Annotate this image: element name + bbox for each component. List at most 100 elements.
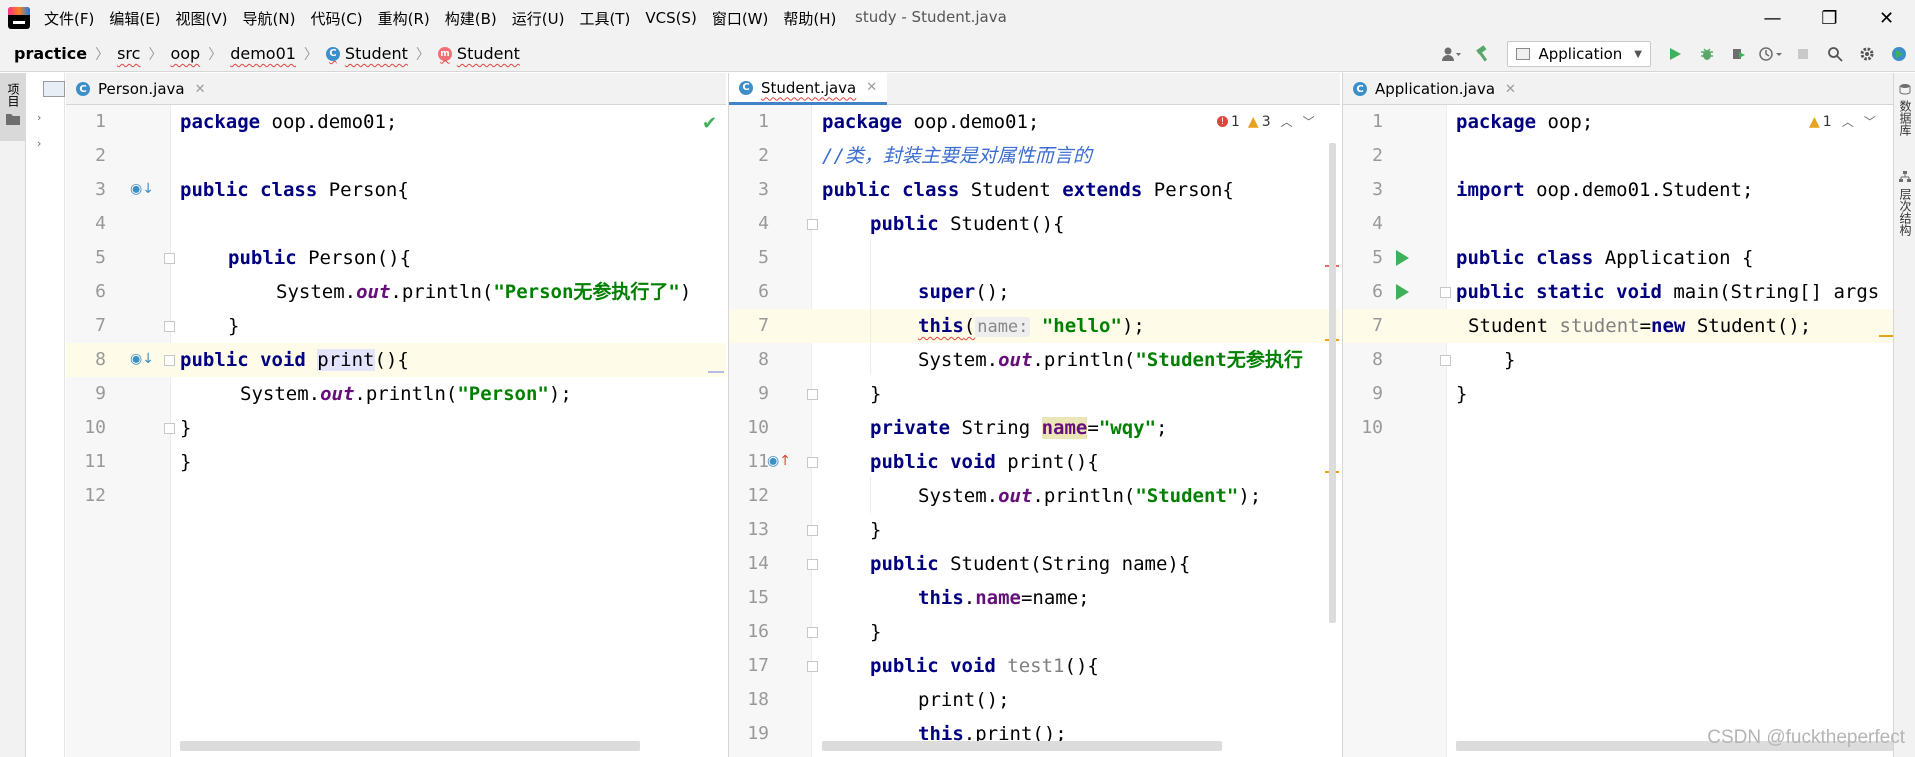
menu-window[interactable]: 窗口(W): [712, 8, 769, 29]
line-number: 11: [84, 451, 106, 472]
line-number: 2: [1372, 145, 1383, 166]
code-area[interactable]: 1 package oop.demo01; 2 3 public class Per…: [66, 105, 726, 757]
editor-tab-bar: C Student.java ✕: [729, 73, 1340, 105]
line-number: 6: [758, 281, 769, 302]
close-icon[interactable]: ✕: [195, 82, 206, 97]
run-icon[interactable]: [1663, 42, 1687, 66]
line-number: 9: [95, 383, 106, 404]
menu-tools[interactable]: 工具(T): [579, 8, 630, 29]
fold-icon[interactable]: [807, 559, 818, 570]
menu-view[interactable]: 视图(V): [176, 8, 228, 29]
breadcrumb-oop[interactable]: oop: [170, 44, 200, 63]
line-number: 1: [95, 111, 106, 132]
breadcrumb-demo01[interactable]: demo01: [230, 44, 296, 63]
editor-pane-application: C Application.java ✕ 1 package oop; 2 3 im…: [1342, 73, 1893, 757]
indent-guide: [870, 477, 871, 513]
code-line: System.out.println("Person");: [240, 377, 572, 411]
menu-vcs[interactable]: VCS(S): [645, 9, 696, 27]
code-text: .println(: [1032, 349, 1136, 371]
run-configuration-select[interactable]: Application ▼: [1507, 41, 1651, 67]
search-icon[interactable]: [1823, 42, 1847, 66]
fold-icon[interactable]: [164, 321, 175, 332]
account-icon[interactable]: [1439, 42, 1463, 66]
gear-icon[interactable]: [1855, 42, 1879, 66]
breadcrumb-src[interactable]: src: [117, 44, 140, 63]
fold-icon[interactable]: [1440, 287, 1451, 298]
override-indicator-icon[interactable]: ◉↓: [130, 351, 154, 367]
debug-icon[interactable]: [1695, 42, 1719, 66]
menu-file[interactable]: 文件(F): [44, 8, 94, 29]
code-area[interactable]: 1 package oop.demo01; 2 //类，封装主要是对属性而言的 3 p…: [729, 105, 1340, 757]
overriding-method-icon[interactable]: ◉↑: [767, 453, 791, 469]
minimize-button[interactable]: —: [1744, 0, 1801, 36]
breadcrumb-project[interactable]: practice: [14, 44, 87, 63]
menu-run[interactable]: 运行(U): [512, 8, 565, 29]
inspection-status[interactable]: ✔: [702, 113, 717, 134]
code-area[interactable]: 1 package oop; 2 3 import oop.demo01.Stude…: [1343, 105, 1893, 757]
fold-icon[interactable]: [807, 389, 818, 400]
tab-application-java[interactable]: C Application.java ✕: [1343, 73, 1526, 105]
coverage-icon[interactable]: [1727, 42, 1751, 66]
run-main-icon[interactable]: [1396, 284, 1409, 300]
breadcrumb-class[interactable]: C Student: [325, 44, 408, 63]
chevron-up-icon[interactable]: ︿: [1281, 113, 1293, 130]
fold-icon[interactable]: [807, 457, 818, 468]
run-class-icon[interactable]: [1396, 250, 1409, 266]
fold-icon[interactable]: [164, 355, 175, 366]
line-number: 13: [747, 519, 769, 540]
close-icon[interactable]: ✕: [1505, 82, 1516, 97]
vertical-scrollbar[interactable]: [1329, 143, 1336, 623]
menu-code[interactable]: 代码(C): [310, 8, 362, 29]
code-line: public Student(String name){: [870, 547, 1190, 581]
chevron-up-icon[interactable]: ︿: [1842, 113, 1854, 130]
code-text: oop.demo01.Student;: [1524, 179, 1754, 201]
hierarchy-tool-tab[interactable]: 层次结构: [1896, 171, 1914, 236]
intellij-logo-icon[interactable]: [8, 7, 30, 29]
stop-icon[interactable]: [1791, 42, 1815, 66]
breadcrumb-method[interactable]: m Student: [437, 44, 520, 63]
editor-tab-bar: C Application.java ✕: [1343, 73, 1893, 105]
close-button[interactable]: ✕: [1858, 0, 1915, 36]
fold-icon[interactable]: [807, 219, 818, 230]
project-tool-tab[interactable]: 项目: [0, 73, 26, 141]
horizontal-scrollbar[interactable]: [180, 741, 640, 751]
fold-icon[interactable]: [1440, 355, 1451, 366]
database-tool-tab[interactable]: 数据库: [1896, 83, 1914, 136]
project-tree-panel: › ›: [27, 73, 65, 757]
tree-expand-icon[interactable]: ›: [37, 111, 41, 124]
tab-student-java[interactable]: C Student.java ✕: [729, 73, 888, 105]
menu-help[interactable]: 帮助(H): [783, 8, 836, 29]
override-indicator-icon[interactable]: ◉↓: [130, 181, 154, 197]
breadcrumb-separator-icon: 〉: [303, 46, 318, 63]
code-text: main(String[] args: [1661, 281, 1880, 303]
horizontal-scrollbar[interactable]: [822, 741, 1222, 751]
fold-icon[interactable]: [164, 253, 175, 264]
code-line: System.out.println("Student");: [918, 479, 1261, 513]
menu-build[interactable]: 构建(B): [445, 8, 497, 29]
restore-button[interactable]: ❐: [1801, 0, 1858, 36]
inspection-status[interactable]: ! 1 ▲ 3 ︿ ﹀: [1217, 113, 1315, 130]
fold-icon[interactable]: [807, 627, 818, 638]
close-icon[interactable]: ✕: [866, 80, 877, 95]
profile-icon[interactable]: [1759, 42, 1783, 66]
line-number: 7: [95, 315, 106, 336]
project-view-toolbar-icon[interactable]: [43, 81, 65, 97]
chevron-down-icon[interactable]: ﹀: [1303, 113, 1315, 130]
chevron-down-icon[interactable]: ﹀: [1864, 113, 1876, 130]
code-text: );: [1121, 315, 1145, 337]
tab-person-java[interactable]: C Person.java ✕: [66, 73, 216, 105]
menu-edit[interactable]: 编辑(E): [109, 8, 160, 29]
tree-expand-icon[interactable]: ›: [37, 137, 41, 150]
window-controls: — ❐ ✕: [1744, 0, 1915, 36]
code-text: String: [950, 417, 1042, 439]
menu-refactor[interactable]: 重构(R): [378, 8, 430, 29]
inspection-status[interactable]: ▲ 1 ︿ ﹀: [1809, 113, 1876, 130]
line-number: 8: [758, 349, 769, 370]
code-line: package oop;: [1456, 105, 1593, 139]
fold-icon[interactable]: [807, 661, 818, 672]
fold-icon[interactable]: [164, 423, 175, 434]
jetbrains-toolbox-icon[interactable]: [1887, 42, 1911, 66]
fold-icon[interactable]: [807, 525, 818, 536]
menu-navigate[interactable]: 导航(N): [243, 8, 296, 29]
build-hammer-icon[interactable]: [1471, 42, 1495, 66]
